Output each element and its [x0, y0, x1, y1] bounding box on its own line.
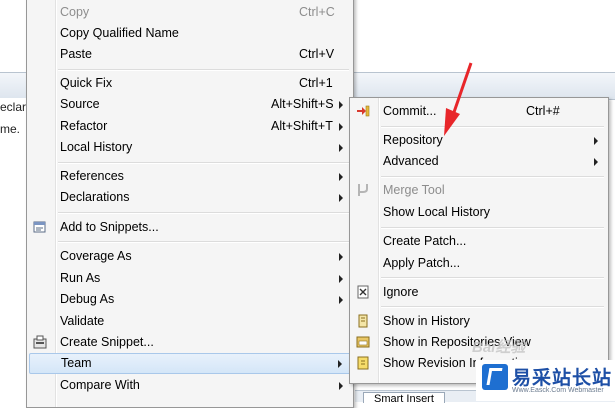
shortcut-source: Alt+Shift+S — [271, 97, 334, 111]
commit-icon — [355, 103, 371, 119]
history-icon — [355, 313, 371, 329]
submenu-arrow-icon — [339, 144, 343, 152]
shortcut-paste: Ctrl+V — [299, 47, 335, 61]
menu-item-source[interactable]: Source Alt+Shift+S — [29, 94, 351, 115]
menu-separator — [58, 212, 349, 214]
shortcut-quick-fix: Ctrl+1 — [299, 76, 333, 90]
menu-item-copy[interactable]: Copy Ctrl+C — [29, 2, 351, 23]
merge-tool-icon — [355, 182, 371, 198]
submenu-arrow-icon — [338, 360, 342, 368]
menu-item-declarations[interactable]: Declarations — [29, 187, 351, 208]
menu-item-commit[interactable]: Commit... Ctrl+# — [352, 101, 606, 122]
menu-item-show-local-history[interactable]: Show Local History — [352, 202, 606, 223]
menu-item-debug-as[interactable]: Debug As — [29, 289, 351, 310]
site-logo-icon — [482, 364, 508, 390]
smart-insert-tab[interactable]: Smart Insert — [363, 392, 445, 403]
submenu-arrow-icon — [339, 382, 343, 390]
menu-item-merge-tool[interactable]: Merge Tool — [352, 180, 606, 201]
baidu-watermark: Bai经验 — [472, 339, 526, 356]
menu-item-local-history[interactable]: Local History — [29, 137, 351, 158]
submenu-arrow-icon — [339, 194, 343, 202]
menu-item-paste[interactable]: Paste Ctrl+V — [29, 44, 351, 65]
menu-item-add-to-snippets[interactable]: Add to Snippets... — [29, 217, 351, 238]
menu-separator — [381, 227, 604, 229]
menu-separator — [381, 277, 604, 279]
create-snippet-icon — [32, 334, 48, 350]
menu-item-validate[interactable]: Validate — [29, 311, 351, 332]
submenu-arrow-icon — [339, 275, 343, 283]
menu-item-team[interactable]: Team — [29, 353, 351, 374]
editor-context-menu: Copy Ctrl+C Copy Qualified Name Paste Ct… — [26, 0, 354, 408]
shortcut-copy: Ctrl+C — [299, 5, 335, 19]
menu-item-refactor[interactable]: Refactor Alt+Shift+T — [29, 116, 351, 137]
menu-separator — [381, 126, 604, 128]
menu-separator — [58, 69, 349, 71]
left-panel: eclara me. — [0, 98, 33, 401]
git-repo-icon — [355, 334, 371, 350]
site-watermark: 易采站长站 Www.Easck.Com Webmaster — [476, 360, 615, 401]
submenu-arrow-icon — [339, 101, 343, 109]
submenu-arrow-icon — [339, 296, 343, 304]
shortcut-refactor: Alt+Shift+T — [271, 119, 333, 133]
menu-item-apply-patch[interactable]: Apply Patch... — [352, 253, 606, 274]
submenu-arrow-icon — [594, 158, 598, 166]
menu-separator — [58, 241, 349, 243]
menu-item-create-snippet[interactable]: Create Snippet... — [29, 332, 351, 353]
menu-item-advanced[interactable]: Advanced — [352, 151, 606, 172]
menu-item-copy-qualified-name[interactable]: Copy Qualified Name — [29, 23, 351, 44]
menu-item-coverage-as[interactable]: Coverage As — [29, 246, 351, 267]
menu-item-quick-fix[interactable]: Quick Fix Ctrl+1 — [29, 73, 351, 94]
watermark-brand: 易采站长站 — [512, 368, 613, 389]
submenu-arrow-icon — [339, 123, 343, 131]
left-panel-label-2: me. — [0, 122, 21, 136]
menu-item-references[interactable]: References — [29, 166, 351, 187]
submenu-arrow-icon — [339, 173, 343, 181]
watermark-subtitle: Www.Easck.Com Webmaster — [512, 387, 604, 394]
menu-separator — [381, 176, 604, 178]
ignore-icon — [355, 284, 371, 300]
submenu-arrow-icon — [339, 253, 343, 261]
menu-item-compare-with[interactable]: Compare With — [29, 375, 351, 396]
menu-separator — [381, 306, 604, 308]
snippet-icon — [32, 219, 48, 235]
menu-item-repository[interactable]: Repository — [352, 130, 606, 151]
menu-separator — [58, 162, 349, 164]
menu-item-run-as[interactable]: Run As — [29, 268, 351, 289]
revision-icon — [355, 355, 371, 371]
menu-item-create-patch[interactable]: Create Patch... — [352, 231, 606, 252]
menu-item-show-in-history[interactable]: Show in History — [352, 311, 606, 332]
submenu-arrow-icon — [594, 137, 598, 145]
shortcut-commit: Ctrl+# — [526, 104, 560, 118]
menu-item-ignore[interactable]: Ignore — [352, 282, 606, 303]
